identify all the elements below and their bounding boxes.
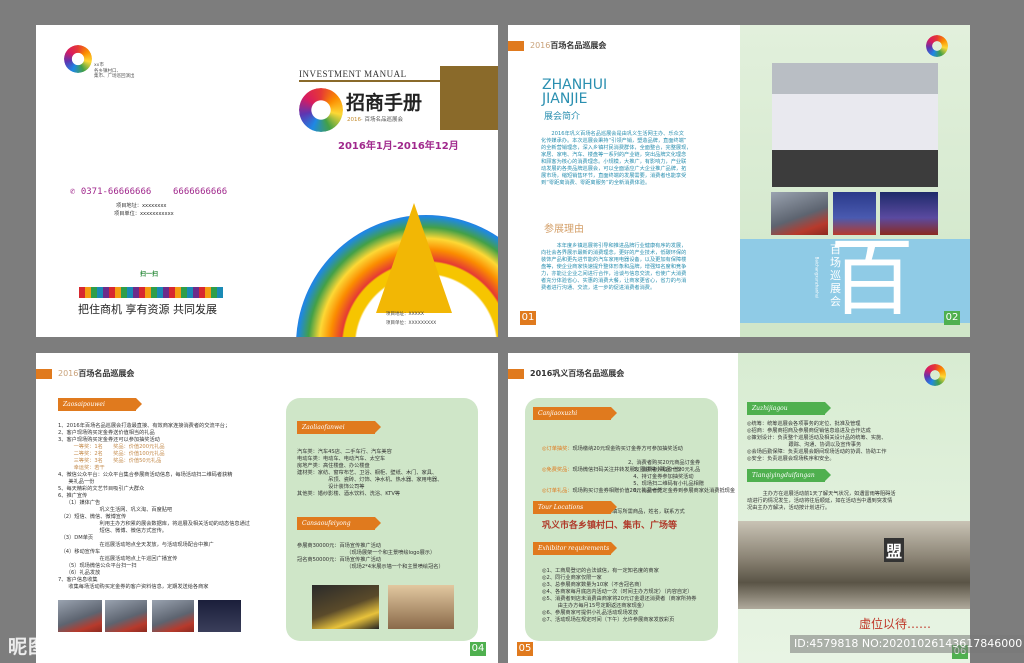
tag-label: Cansaoufeiyong bbox=[302, 520, 351, 527]
section-tag-organization: Zuzhijiagou bbox=[747, 402, 831, 415]
car-photo bbox=[312, 585, 379, 629]
cover-address: 项目地址：XXXXX bbox=[386, 312, 424, 317]
page-header: 2016巩义百场名品巡展会 bbox=[508, 368, 624, 379]
header-title: 百场名品巡展会 bbox=[78, 369, 135, 378]
brown-block bbox=[440, 66, 498, 130]
redeem-steps: 2、消费者购买20元商品订金券 3、消费者领取价值20元礼品 4、持订金券参加抽… bbox=[628, 460, 736, 494]
rule-value: 现场缴纳20元现金购买订金券方可参加抽奖活动 bbox=[572, 446, 683, 452]
title-rule bbox=[299, 80, 440, 82]
phone-1: 0371-66666666 bbox=[80, 187, 152, 197]
header-year: 2016 bbox=[530, 41, 551, 50]
rule-key: ◎订单礼品： bbox=[542, 488, 573, 494]
section-tag-fees: Cansaoufeiyong bbox=[297, 517, 381, 530]
advantages-list-continued: 4、微信公众平台：公众平台集合参展商活动信息，每场活动扫二维码者获精 美礼品一份… bbox=[58, 472, 250, 590]
project-unit: 项目单位：xxxxxxxxxxx bbox=[114, 211, 174, 217]
prize-list: 一等奖：1名 奖品：价值200元礼品 二等奖：2名 奖品：价值100元礼品 三等… bbox=[73, 444, 165, 471]
advantages-list: 1、2016年百场名品巡展会打造最直接、有效商家连接消费者的交流平台； 2、客户… bbox=[58, 423, 231, 443]
page-number: 05 bbox=[517, 642, 533, 656]
logo-caption: xx市 各乡镇村口、 集市、广场巡回演出 bbox=[94, 63, 135, 80]
section-tag-scope: Zaoliaofanwei bbox=[297, 421, 381, 434]
tag-label: Zaoliaofanwei bbox=[302, 424, 345, 431]
seal-stamp: 盟 bbox=[884, 538, 905, 562]
intro-text: 2016年巩义百场名品巡展会是由巩义生活网主办、乐众文 化传媒承办。本次巡展会秉… bbox=[541, 131, 692, 186]
banner-big-char: 百 bbox=[830, 229, 915, 327]
tag-label: Tianqiyingduifangan bbox=[752, 472, 815, 479]
cover-unit: 项目单位：XXXXXXXXX bbox=[386, 321, 437, 326]
rule-key: ◎订单抽奖： bbox=[542, 446, 573, 452]
banner-vertical-text: 百场巡展会 bbox=[830, 243, 841, 308]
header-title: 百场名品巡展会 bbox=[550, 41, 607, 50]
rainbow-logo-icon bbox=[299, 88, 343, 132]
phone-line: ✆ 0371-66666666 6666666666 bbox=[70, 187, 228, 197]
page-header: 2016百场名品巡展会 bbox=[508, 40, 606, 51]
requirements-list: ◎1、工商局登记的合法诚信，有一定知名度的商家 ◎2、同行业商家仅限一家 ◎3、… bbox=[542, 568, 697, 623]
showroom-photo bbox=[388, 585, 454, 629]
section-tag-lottery: Canjiaoxuzhi bbox=[533, 407, 617, 420]
page-header: 2016百场名品巡展会 bbox=[36, 368, 134, 379]
title-en-line: JIANJIE bbox=[542, 91, 588, 107]
rainbow-logo-icon bbox=[924, 364, 946, 386]
tour-locations: 巩义市各乡镇村口、集市、广场等 bbox=[542, 521, 678, 531]
event-photo bbox=[152, 600, 194, 632]
section-title-en: ZHANHUI JIANJIE bbox=[542, 78, 607, 106]
watermark-url: www.nipic.com bbox=[75, 637, 224, 658]
stage-photo bbox=[772, 63, 938, 187]
horses-painting bbox=[738, 521, 970, 609]
tag-label: Exhibitor requirements bbox=[538, 545, 610, 552]
tag-label: Tour Locations bbox=[538, 504, 584, 511]
event-photo bbox=[58, 600, 102, 632]
subtitle-year: 2016 bbox=[347, 117, 361, 123]
subtitle: · 百场名品巡展会 bbox=[361, 117, 403, 123]
manual-english-title: INVESTMENT MANUAL bbox=[299, 69, 407, 79]
scope-list: 汽车类：汽车4S店、二手车行、汽车美容 电动车类：电动车、电动汽车、太空车 房地… bbox=[297, 449, 443, 497]
reason-text: 本年度乡镇巡展将引导和推进品牌行业健康有序的发展， 向社会各界展示最新的消费理念… bbox=[541, 243, 687, 291]
reason-title: 参展理由 bbox=[544, 224, 584, 235]
tag-label: Zuzhijiagou bbox=[752, 405, 788, 412]
banner-script: Baichangxunzhanhui bbox=[814, 256, 820, 299]
intro-spread: 2016百场名品巡展会 ZHANHUI JIANJIE 展会简介 2016年巩义百… bbox=[508, 25, 970, 337]
section-tag-advantages: Zaosaipouwei bbox=[58, 398, 142, 411]
slogan: 把住商机 享有资源 共同发展 bbox=[78, 303, 217, 316]
header-year: 2016 bbox=[58, 369, 79, 378]
header-title: 2016巩义百场名品巡展会 bbox=[530, 369, 625, 378]
advantages-spread: 2016百场名品巡展会 Zaosaipouwei 1、2016年百场名品巡展会打… bbox=[36, 353, 498, 663]
cover-spread: xx市 各乡镇村口、 集市、广场巡回演出 ✆ 0371-66666666 66666… bbox=[36, 25, 498, 337]
phone-2: 6666666666 bbox=[172, 187, 228, 197]
watermark-site: 昵图网 www.nipic.com bbox=[8, 632, 224, 659]
tag-label: Canjiaoxuzhi bbox=[538, 410, 578, 417]
manual-chinese-title: 招商手册 bbox=[346, 92, 423, 114]
page-number: 02 bbox=[944, 311, 960, 325]
watermark-site-cn: 昵图网 bbox=[8, 636, 69, 658]
rainbow-logo-icon bbox=[64, 45, 92, 73]
color-stripe bbox=[79, 287, 223, 298]
rules-spread: 2016巩义百场名品巡展会 Canjiaoxuzhi ◎订单抽奖：现场缴纳20元… bbox=[508, 353, 970, 663]
date-range: 2016年1月-2016年12月 bbox=[338, 141, 459, 152]
logo-line: 集市、广场巡回演出 bbox=[94, 74, 135, 79]
section-title-cn: 展会简介 bbox=[544, 112, 581, 122]
tag-label: Zaosaipouwei bbox=[63, 401, 105, 408]
organization-list: ◎统筹：统筹巡展会各项事务的定位、批准及管理 ◎招商：参展商招商及参展商促销信息… bbox=[747, 421, 887, 462]
event-photo bbox=[198, 600, 241, 632]
await-slogan: 虚位以待…… bbox=[859, 617, 932, 631]
watermark-id: ID:4579818 NO:20201026143617846000 bbox=[790, 635, 1024, 653]
scan-label: 扫一扫 bbox=[140, 271, 159, 278]
fee-list: 参展商30000元：百场宣传推广活动 （现场展架一个和主景喷绘logo展示） 冠… bbox=[297, 543, 444, 570]
title-en-line: ZHANHUI bbox=[542, 77, 608, 93]
pyramid-graphic bbox=[376, 203, 452, 313]
weather-plan: 主办方在巡展活动前1天了解天气状况，如遇雷雨等阻碍活 动进行的情况发生，活动将往… bbox=[747, 491, 896, 511]
section-tag-requirements: Exhibitor requirements bbox=[533, 542, 617, 555]
rule-key: ◎免费奖品： bbox=[542, 467, 573, 473]
project-address: 项目地址：xxxxxxxx bbox=[116, 203, 167, 209]
rainbow-logo-icon bbox=[926, 35, 948, 57]
page-number: 04 bbox=[470, 642, 486, 656]
page-number: 01 bbox=[520, 311, 536, 325]
section-tag-locations: Tour Locations bbox=[533, 501, 617, 514]
section-tag-weather: Tianqiyingduifangan bbox=[747, 469, 831, 482]
event-photo bbox=[105, 600, 147, 632]
event-photo bbox=[771, 192, 828, 235]
